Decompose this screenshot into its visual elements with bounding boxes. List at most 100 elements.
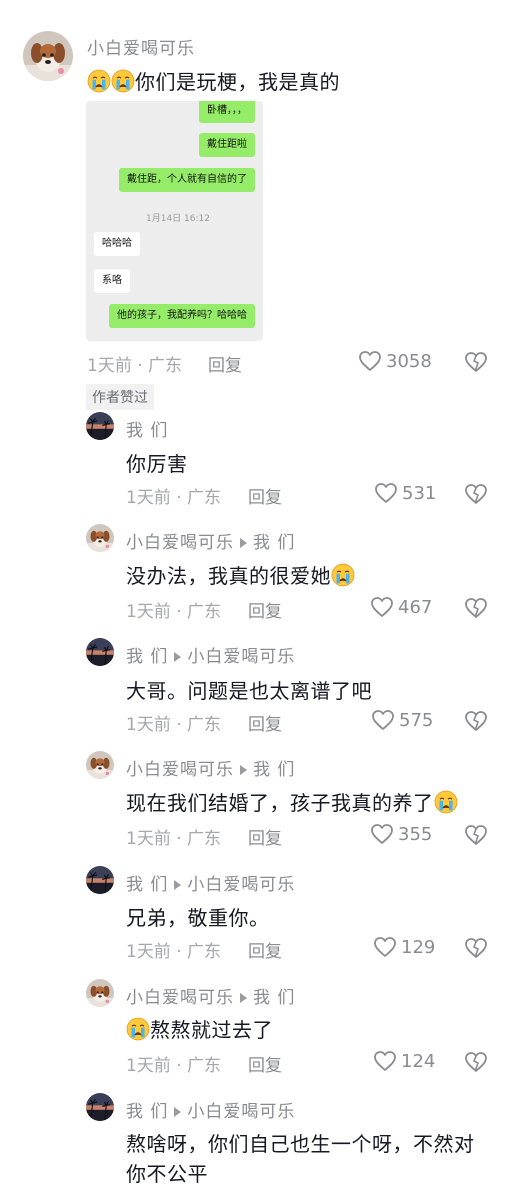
crying-emoji-icon <box>87 69 111 93</box>
like-button[interactable]: 124 <box>373 1049 435 1073</box>
reply-location: 广东 <box>187 488 222 508</box>
heart-icon <box>373 935 397 959</box>
reply-text-content: 没办法，我真的很爱她 <box>126 564 331 588</box>
broken-heart-icon <box>464 936 488 960</box>
reply-author[interactable]: 我 们 <box>126 416 168 441</box>
reply-meta: 1天前 · 广东 <box>126 488 222 508</box>
crying-emoji-icon <box>331 563 355 587</box>
reply-button[interactable]: 回复 <box>248 824 282 849</box>
dislike-button[interactable] <box>464 936 488 960</box>
dislike-button[interactable] <box>464 482 488 506</box>
broken-heart-icon <box>464 350 488 374</box>
like-count: 124 <box>401 1050 436 1072</box>
reply-to[interactable]: 小白爱喝可乐 <box>187 875 295 895</box>
reply-author[interactable]: 小白爱喝可乐我 们 <box>126 755 295 780</box>
reply-text: 大哥。问题是也太离谱了吧 <box>126 679 372 703</box>
reply-author[interactable]: 我 们小白爱喝可乐 <box>126 1097 295 1122</box>
dog-avatar-icon <box>86 524 114 552</box>
reply-to[interactable]: 我 们 <box>253 760 295 780</box>
reply-button[interactable]: 回复 <box>208 351 242 376</box>
comment-meta: 1天前 · 广东 <box>87 356 183 376</box>
reply-author[interactable]: 我 们小白爱喝可乐 <box>126 642 295 667</box>
reply-time: 1天前 <box>126 942 171 962</box>
reply-meta: 1天前 · 广东 <box>126 715 222 735</box>
broken-heart-icon <box>464 482 488 506</box>
dislike-button[interactable] <box>464 350 488 374</box>
reply-from[interactable]: 我 们 <box>126 647 168 667</box>
like-button[interactable]: 531 <box>374 481 436 505</box>
reply-to[interactable]: 小白爱喝可乐 <box>187 647 295 667</box>
reply-text-content: 熬熬就过去了 <box>150 1018 273 1042</box>
reply-text-content: 现在我们结婚了，孩子我真的养了 <box>126 791 434 815</box>
reply-author[interactable]: 小白爱喝可乐我 们 <box>126 983 295 1008</box>
chat-bubble: 他的孩子，我配养吗？哈哈哈 <box>109 304 255 328</box>
reply-text: 熬熬就过去了 <box>126 1014 273 1043</box>
sunset-avatar-icon <box>86 1093 114 1121</box>
reply-button[interactable]: 回复 <box>248 710 282 735</box>
reply-button[interactable]: 回复 <box>248 597 282 622</box>
sunset-avatar-icon <box>86 866 114 894</box>
reply-text-line: 你不公平 <box>126 1162 208 1186</box>
avatar[interactable] <box>86 412 114 440</box>
reply-time: 1天前 <box>126 602 171 622</box>
like-button[interactable]: 3058 <box>358 349 432 373</box>
like-count: 355 <box>398 823 433 845</box>
like-count: 467 <box>398 596 433 618</box>
reply-text: 你厉害 <box>126 452 188 476</box>
like-button[interactable]: 467 <box>370 595 432 619</box>
avatar[interactable] <box>86 866 114 894</box>
broken-heart-icon <box>464 1050 488 1074</box>
reply-location: 广东 <box>187 715 222 735</box>
dislike-button[interactable] <box>464 709 488 733</box>
avatar[interactable] <box>23 31 73 81</box>
heart-icon <box>371 708 395 732</box>
heart-icon <box>370 822 394 846</box>
dog-avatar-icon <box>86 751 114 779</box>
heart-icon <box>358 349 382 373</box>
heart-icon <box>370 595 394 619</box>
reply-button[interactable]: 回复 <box>248 937 282 962</box>
reply-arrow-icon <box>240 992 247 1003</box>
reply-text: 兄弟，敬重你。 <box>126 906 270 930</box>
dislike-button[interactable] <box>464 596 488 620</box>
heart-icon <box>374 481 398 505</box>
reply-from[interactable]: 我 们 <box>126 1102 168 1122</box>
avatar[interactable] <box>86 638 114 666</box>
reply-from[interactable]: 我 们 <box>126 875 168 895</box>
heart-icon <box>373 1049 397 1073</box>
avatar[interactable] <box>86 751 114 779</box>
reply-button[interactable]: 回复 <box>248 1051 282 1076</box>
reply-to[interactable]: 我 们 <box>253 988 295 1008</box>
reply-author[interactable]: 我 们小白爱喝可乐 <box>126 870 295 895</box>
reply-location: 广东 <box>187 829 222 849</box>
comment-text-content: 你们是玩梗，我是真的 <box>135 70 340 94</box>
reply-meta: 1天前 · 广东 <box>126 602 222 622</box>
reply-to[interactable]: 我 们 <box>253 533 295 553</box>
dislike-button[interactable] <box>464 823 488 847</box>
reply-from[interactable]: 小白爱喝可乐 <box>126 988 234 1008</box>
reply-location: 广东 <box>187 942 222 962</box>
reply-from[interactable]: 小白爱喝可乐 <box>126 533 234 553</box>
chat-bubble: 卧槽，，， <box>199 101 255 123</box>
avatar[interactable] <box>86 524 114 552</box>
avatar[interactable] <box>86 979 114 1007</box>
reply-button[interactable]: 回复 <box>248 483 282 508</box>
like-count: 129 <box>401 936 436 958</box>
reply-from[interactable]: 小白爱喝可乐 <box>126 760 234 780</box>
like-button[interactable]: 575 <box>371 708 433 732</box>
reply-text-line: 熬啥呀，你们自己也生一个呀，不然对 <box>126 1132 475 1156</box>
like-count: 3058 <box>386 350 432 372</box>
reply-author[interactable]: 小白爱喝可乐我 们 <box>126 528 295 553</box>
avatar[interactable] <box>86 1093 114 1121</box>
comment-author[interactable]: 小白爱喝可乐 <box>87 34 195 59</box>
dislike-button[interactable] <box>464 1050 488 1074</box>
crying-emoji-icon <box>434 790 458 814</box>
chat-screenshot-image[interactable]: 卧槽，，， 戴住距啦 戴住距，个人就有自信的了 1月14日 16:12 哈哈哈 … <box>86 101 263 341</box>
reply-arrow-icon <box>174 879 182 890</box>
like-button[interactable]: 355 <box>370 822 432 846</box>
reply-meta: 1天前 · 广东 <box>126 942 222 962</box>
like-button[interactable]: 129 <box>373 935 435 959</box>
chat-bubble: 戴住距，个人就有自信的了 <box>119 168 255 192</box>
chat-bubble: 哈哈哈 <box>94 232 140 256</box>
reply-to[interactable]: 小白爱喝可乐 <box>187 1102 295 1122</box>
